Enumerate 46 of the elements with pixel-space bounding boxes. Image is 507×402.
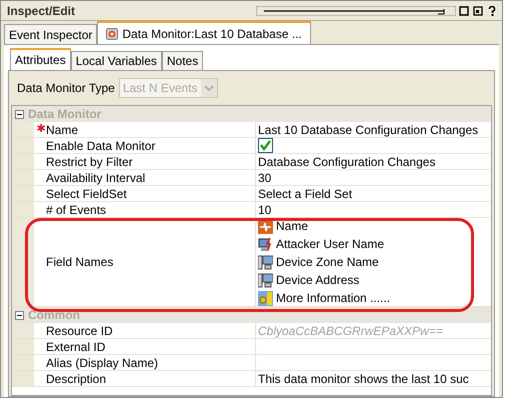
document-tab[interactable]: Event Inspector (4, 24, 98, 44)
type-label: Data Monitor Type (17, 80, 115, 97)
field-name[interactable]: More Information ...... (276, 289, 390, 307)
help-icon[interactable] (488, 6, 496, 16)
field-name[interactable]: Attacker User Name (276, 235, 384, 253)
property-label: # of Events (46, 202, 106, 218)
field-name[interactable]: Device Zone Name (276, 253, 379, 271)
property-label: Enable Data Monitor (46, 138, 156, 154)
attributes-tab[interactable]: Local Variables (70, 51, 162, 70)
property-label: Alias (Display Name) (46, 354, 158, 372)
field-name[interactable]: Device Address (276, 271, 360, 289)
property-value[interactable]: Database Configuration Changes (258, 152, 436, 170)
computer-icon (258, 254, 273, 270)
attributes-tab[interactable]: Attributes (10, 48, 71, 70)
caret-icon (200, 79, 217, 97)
info-icon (258, 290, 273, 306)
maximize-icon[interactable] (459, 6, 469, 16)
property-value[interactable]: This data monitor shows the last 10 suc (258, 370, 469, 388)
document-tab[interactable]: Data Monitor:Last 10 Database ... (97, 21, 311, 44)
section-title: Data Monitor (28, 106, 102, 123)
property-value[interactable]: 30 (258, 168, 272, 186)
field-name[interactable]: Name (276, 217, 308, 235)
user-computer-icon (258, 236, 273, 252)
property-label: Description (46, 370, 106, 388)
property-value: CblyoaCcBABCGRrwEPaXXPw== (258, 322, 443, 340)
property-label: Select FieldSet (46, 186, 127, 202)
collapse-icon[interactable] (15, 110, 24, 118)
property-label: Name (46, 122, 78, 138)
property-label: External ID (46, 338, 106, 356)
property-value[interactable]: Select a Field Set (258, 184, 352, 202)
restore-icon[interactable] (473, 6, 483, 16)
enable-checkbox[interactable] (258, 138, 273, 153)
collapse-icon[interactable] (15, 310, 24, 320)
computer-icon (258, 272, 273, 288)
property-label: Resource ID (46, 322, 113, 340)
attributes-tab[interactable]: Notes (162, 51, 204, 70)
property-value[interactable]: Last 10 Database Configuration Changes (258, 120, 478, 138)
property-label: Availability Interval (46, 170, 146, 186)
slider-icon[interactable] (256, 6, 456, 16)
window-title: Inspect/Edit (7, 2, 76, 20)
monitor-icon (106, 28, 118, 40)
property-label: Restrict by Filter (46, 154, 133, 170)
property-value[interactable]: 10 (258, 200, 272, 218)
property-label: Field Names (46, 254, 114, 271)
required-icon: ✱ (36, 124, 46, 135)
section-title: Common (28, 307, 80, 324)
